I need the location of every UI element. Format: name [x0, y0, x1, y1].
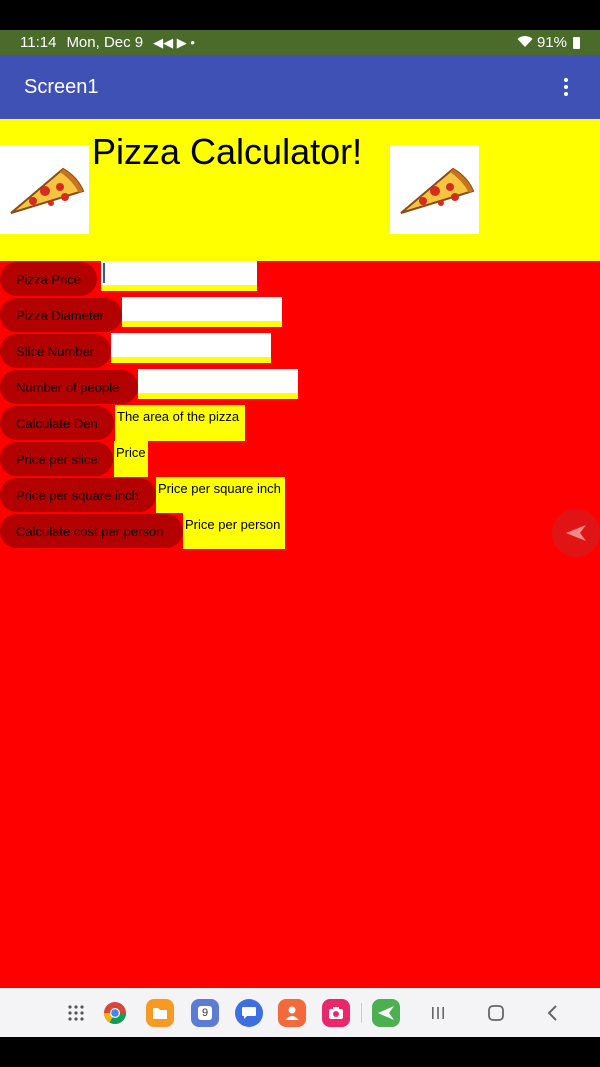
pizza-diameter-row: Pizza Diameter [0, 297, 600, 333]
app-title: Screen1 [24, 75, 99, 98]
messages-icon[interactable] [234, 998, 264, 1028]
text-cursor [103, 263, 105, 283]
calendar-icon[interactable]: 9 [190, 998, 220, 1028]
page-title: Pizza Calculator! [92, 131, 363, 172]
price-per-square-inch-result: Price per square inch [156, 477, 285, 513]
price-per-slice-result: Price [114, 441, 148, 477]
price-per-slice-row: Price per slice Price [0, 441, 600, 477]
home-icon[interactable] [484, 998, 508, 1028]
contacts-icon[interactable] [277, 998, 307, 1028]
pizza-diameter-input[interactable] [122, 297, 282, 327]
chrome-icon[interactable] [101, 998, 129, 1028]
camera-icon[interactable] [321, 998, 351, 1028]
files-icon[interactable] [145, 998, 175, 1028]
app-bar: Screen1 [0, 55, 600, 119]
pizza-slice-icon [390, 145, 479, 234]
pizza-price-button[interactable]: Pizza Price [0, 262, 97, 296]
slice-number-input[interactable] [111, 333, 271, 363]
battery-icon [573, 36, 580, 49]
send-icon[interactable] [371, 998, 401, 1028]
back-icon[interactable] [540, 998, 564, 1028]
price-per-square-inch-button[interactable]: Price per square inch [0, 478, 156, 512]
number-of-people-button[interactable]: Number of people [0, 370, 138, 404]
wifi-icon [517, 35, 533, 51]
pizza-slice-icon [0, 145, 89, 234]
apps-grid-icon[interactable] [64, 998, 88, 1028]
status-bar: 11:14 Mon, Dec 9 ◀◀ ▶ • 91% [0, 30, 600, 55]
status-time: 11:14 [20, 34, 57, 51]
calendar-day: 9 [197, 1006, 213, 1020]
top-bezel [0, 0, 600, 30]
pizza-price-row: Pizza Price [0, 261, 600, 297]
number-of-people-row: Number of people [0, 369, 600, 405]
status-date: Mon, Dec 9 [66, 34, 144, 51]
cost-per-person-row: Calculate cost per person Price per pers… [0, 513, 600, 549]
calculate-cost-per-person-button[interactable]: Calculate cost per person [0, 514, 183, 548]
divider [361, 1003, 362, 1023]
navigation-bar: 9 [0, 988, 600, 1037]
price-per-square-inch-row: Price per square inch Price per square i… [0, 477, 600, 513]
calculate-den-button[interactable]: Calculate Den [0, 406, 114, 440]
pizza-area-result: The area of the pizza [115, 405, 245, 441]
notification-icons: ◀◀ ▶ • [153, 34, 195, 50]
battery-percent: 91% [536, 34, 567, 51]
calculate-den-row: Calculate Den The area of the pizza [0, 405, 600, 441]
slice-number-button[interactable]: Slice Number [0, 334, 111, 368]
header-banner: Pizza Calculator! [0, 119, 600, 261]
price-per-slice-button[interactable]: Price per slice [0, 442, 113, 476]
recent-apps-icon[interactable] [426, 998, 450, 1028]
bottom-bezel [0, 1037, 600, 1067]
floating-send-button[interactable] [552, 509, 600, 557]
pizza-price-input[interactable] [101, 261, 257, 291]
main-content: Pizza Calculator! Pizza Price Pizza Diam… [0, 119, 600, 988]
pizza-diameter-button[interactable]: Pizza Diameter [0, 298, 122, 332]
slice-number-row: Slice Number [0, 333, 600, 369]
number-of-people-input[interactable] [138, 369, 298, 399]
overflow-menu-icon[interactable] [556, 75, 576, 99]
price-per-person-result: Price per person [183, 513, 285, 549]
